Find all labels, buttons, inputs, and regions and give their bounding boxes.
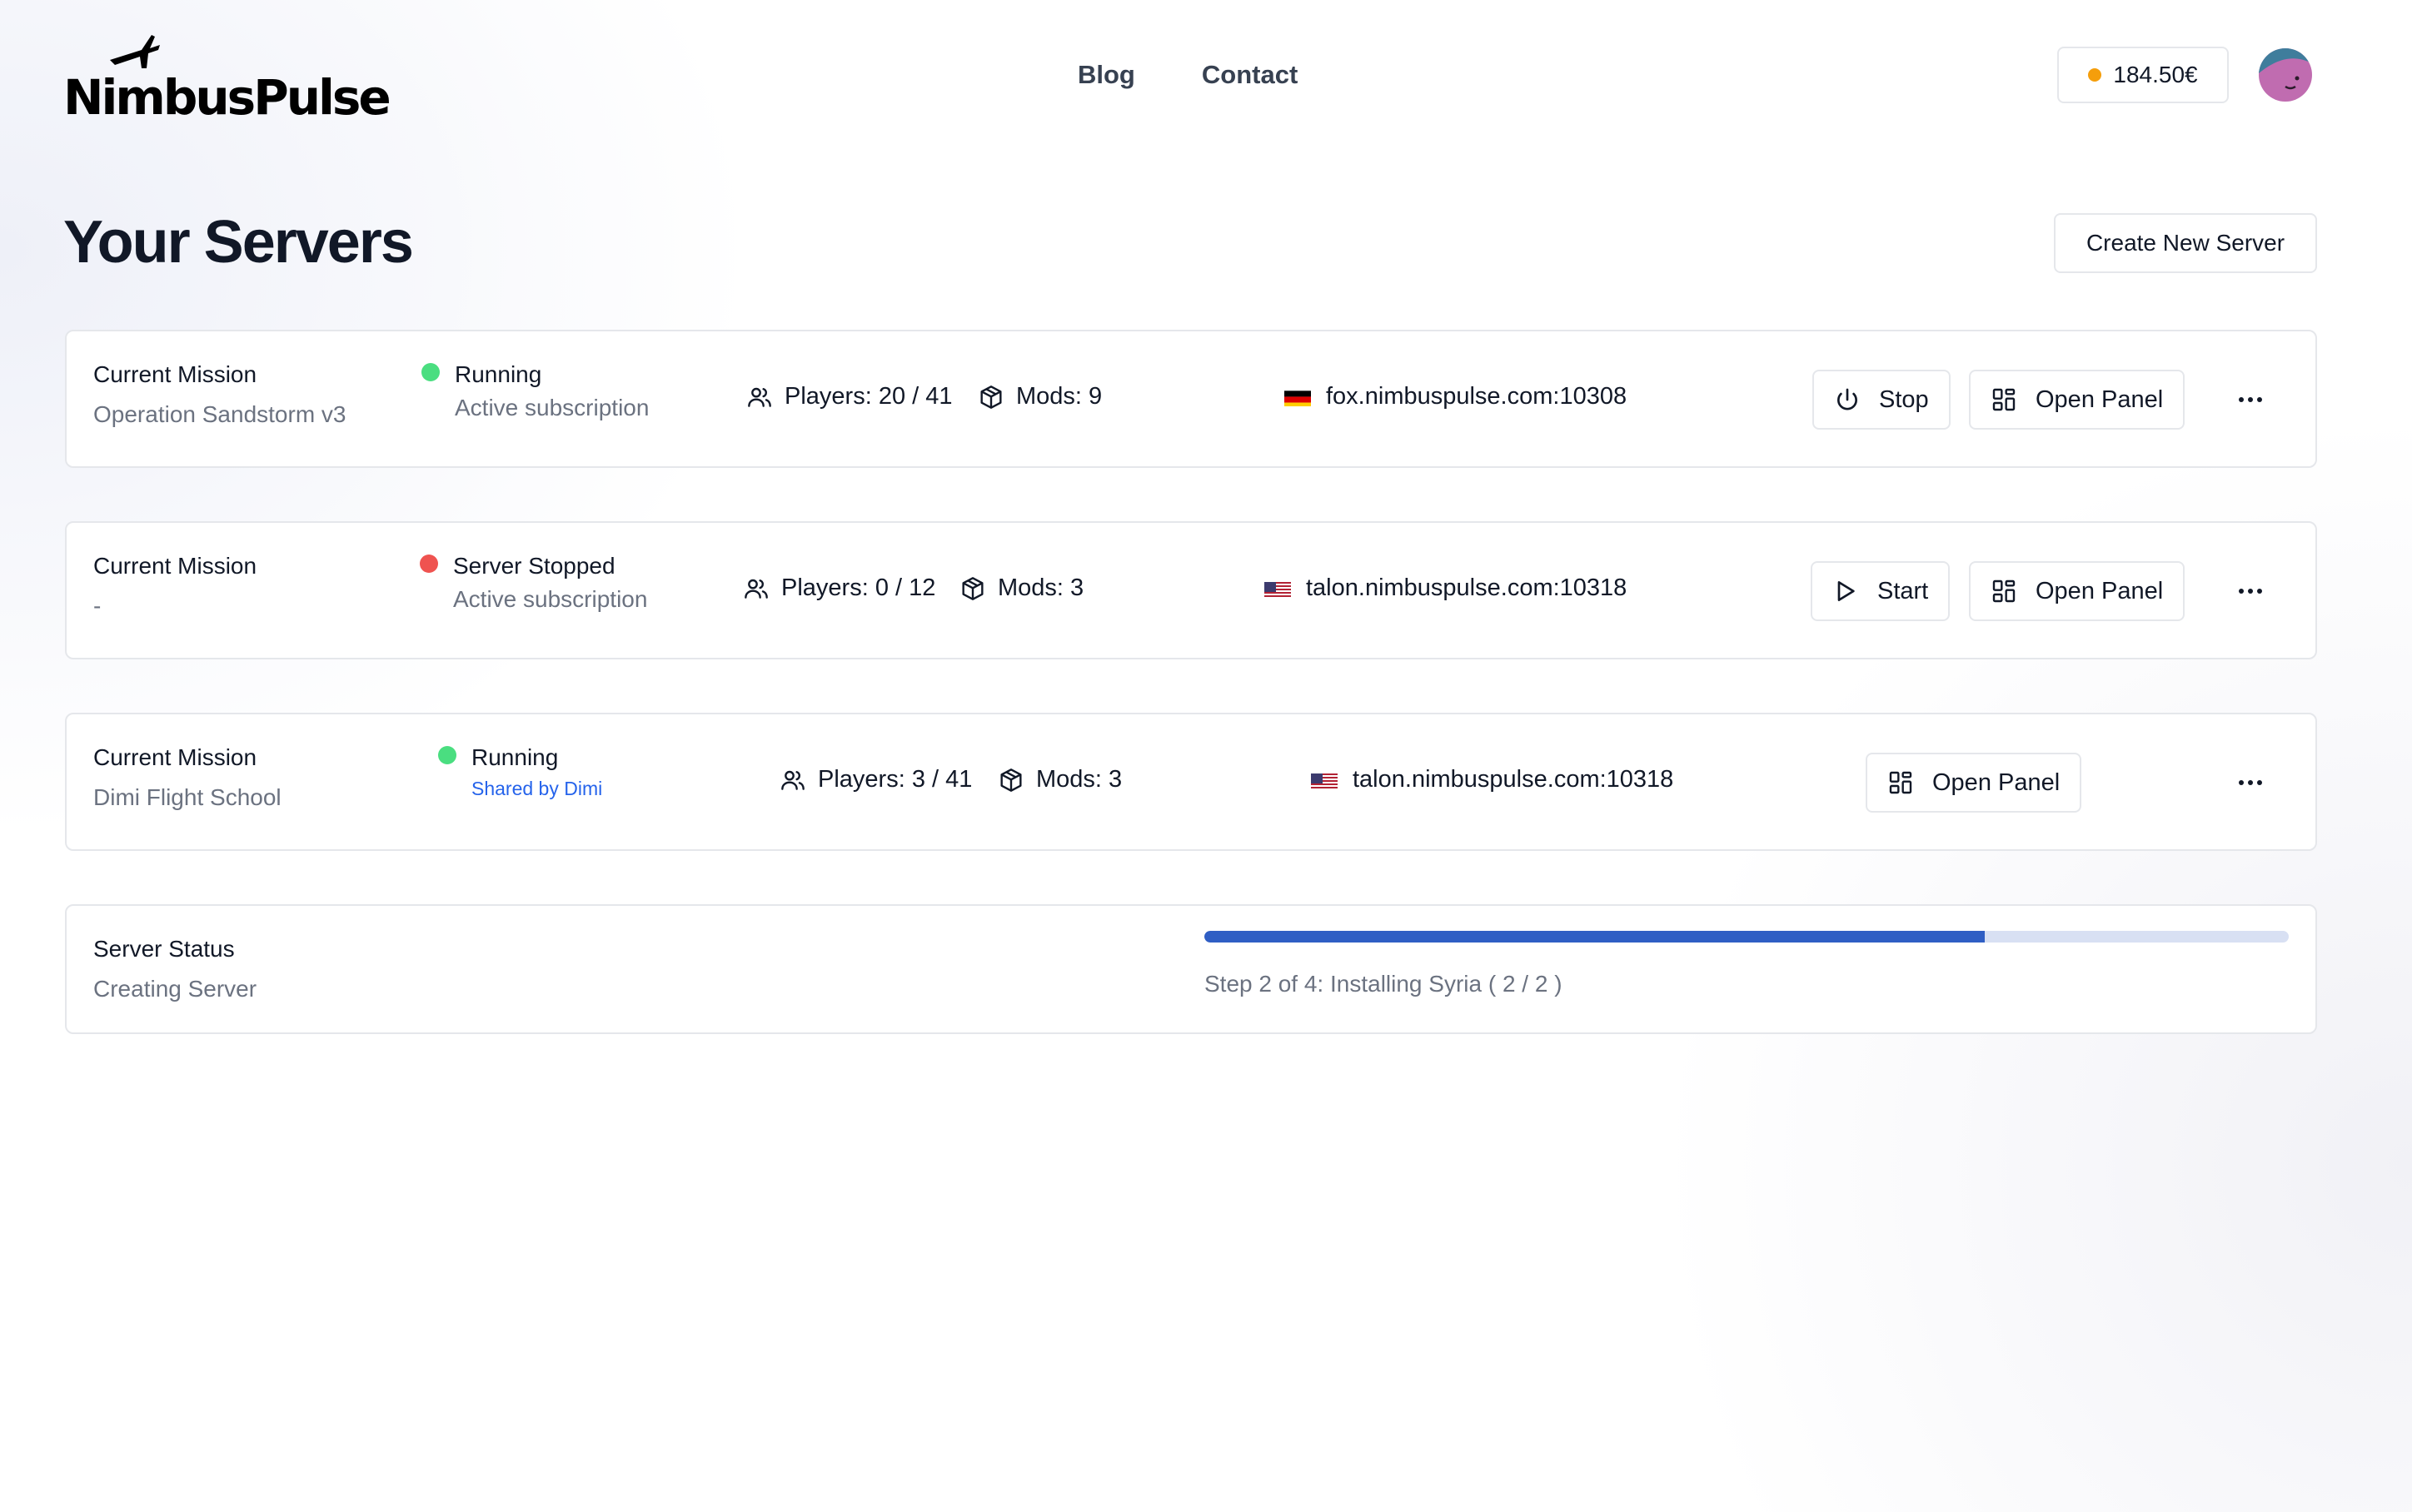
open-panel-label: Open Panel <box>2036 385 2164 413</box>
package-icon <box>980 385 1002 409</box>
server-address-text: talon.nimbuspulse.com:10318 <box>1353 766 1674 793</box>
mods-count: Mods: 9 <box>978 383 1102 410</box>
server-status: Running <box>471 744 559 770</box>
server-address-text: talon.nimbuspulse.com:10318 <box>1306 574 1627 601</box>
page-title: Your Servers <box>63 209 414 276</box>
players-text: Players: 0 / 12 <box>781 574 936 601</box>
players-count: Players: 20 / 41 <box>746 383 953 410</box>
mods-text: Mods: 3 <box>998 574 1084 601</box>
more-options-button[interactable] <box>2225 758 2275 808</box>
ellipsis-icon <box>2239 397 2262 402</box>
users-icon <box>781 770 805 790</box>
avatar-face-icon <box>2259 48 2312 90</box>
server-creation-card: Server Status Creating Server Step 2 of … <box>65 904 2317 1034</box>
logo-wordmark: NimbusPulse <box>63 69 391 126</box>
creation-progress-fill <box>1204 931 1986 943</box>
shared-by-link[interactable]: Shared by Dimi <box>471 778 602 800</box>
mission-label: Current Mission <box>93 553 257 579</box>
players-text: Players: 3 / 41 <box>818 766 973 793</box>
mission-value: - <box>93 593 102 619</box>
package-icon <box>962 576 984 600</box>
dashboard-icon <box>1992 579 2016 603</box>
status-dot <box>438 746 456 764</box>
balance-status-dot <box>2088 68 2102 82</box>
usa-flag-icon <box>1311 771 1338 789</box>
players-count: Players: 0 / 12 <box>743 574 935 602</box>
server-card: Current Mission - Server Stopped Active … <box>65 521 2317 659</box>
ellipsis-icon <box>2239 780 2262 785</box>
server-card: Current Mission Dimi Flight School Runni… <box>65 713 2317 851</box>
mission-value: Dimi Flight School <box>93 784 282 810</box>
server-status-label: Server Status <box>93 936 235 962</box>
ellipsis-icon <box>2239 589 2262 594</box>
balance-badge[interactable]: 184.50€ <box>2057 47 2229 103</box>
server-address[interactable]: talon.nimbuspulse.com:10318 <box>1311 766 1673 793</box>
users-icon <box>745 579 768 599</box>
open-panel-button[interactable]: Open Panel <box>1969 561 2185 621</box>
start-server-button[interactable]: Start <box>1811 561 1951 621</box>
start-button-label: Start <box>1877 577 1929 604</box>
open-panel-button[interactable]: Open Panel <box>1969 370 2185 430</box>
logo[interactable]: NimbusPulse <box>63 32 391 123</box>
jet-plane-icon <box>110 35 160 68</box>
mission-value: Operation Sandstorm v3 <box>93 401 346 427</box>
creation-step-text: Step 2 of 4: Installing Syria ( 2 / 2 ) <box>1204 971 1562 997</box>
dashboard-icon <box>1889 771 1912 794</box>
dashboard-icon <box>1992 388 2016 411</box>
stop-server-button[interactable]: Stop <box>1812 370 1951 430</box>
players-text: Players: 20 / 41 <box>785 383 953 410</box>
server-address[interactable]: fox.nimbuspulse.com:10308 <box>1284 383 1627 410</box>
server-card: Current Mission Operation Sandstorm v3 R… <box>65 330 2317 468</box>
more-options-button[interactable] <box>2225 566 2275 616</box>
mods-text: Mods: 3 <box>1036 766 1123 793</box>
germany-flag-icon <box>1284 388 1311 406</box>
subscription-status: Active subscription <box>453 586 648 612</box>
mission-label: Current Mission <box>93 744 257 770</box>
open-panel-button[interactable]: Open Panel <box>1866 753 2082 813</box>
nav-contact[interactable]: Contact <box>1202 60 1298 90</box>
package-icon <box>1000 768 1022 792</box>
mods-count: Mods: 3 <box>998 766 1122 793</box>
server-status-value: Creating Server <box>93 976 257 1002</box>
more-options-button[interactable] <box>2225 375 2275 425</box>
avatar[interactable] <box>2259 48 2312 102</box>
balance-amount: 184.50€ <box>2113 62 2198 87</box>
power-icon <box>1837 388 1857 410</box>
mods-text: Mods: 9 <box>1016 383 1103 410</box>
stop-button-label: Stop <box>1879 385 1929 413</box>
server-status: Server Stopped <box>453 553 615 579</box>
subscription-status: Active subscription <box>455 395 650 420</box>
usa-flag-icon <box>1264 579 1291 598</box>
mods-count: Mods: 3 <box>959 574 1084 602</box>
main-nav: Blog Contact <box>1078 60 1298 90</box>
server-address-text: fox.nimbuspulse.com:10308 <box>1326 383 1627 410</box>
nav-blog[interactable]: Blog <box>1078 60 1135 90</box>
status-dot <box>421 363 440 381</box>
server-status: Running <box>455 361 542 387</box>
open-panel-label: Open Panel <box>1932 768 2061 796</box>
mission-label: Current Mission <box>93 361 257 387</box>
server-address[interactable]: talon.nimbuspulse.com:10318 <box>1264 574 1627 602</box>
status-dot <box>420 555 438 573</box>
creation-progress-bar <box>1204 931 2289 943</box>
players-count: Players: 3 / 41 <box>780 766 972 793</box>
create-new-server-button[interactable]: Create New Server <box>2054 213 2317 273</box>
users-icon <box>748 387 771 407</box>
open-panel-label: Open Panel <box>2036 577 2164 604</box>
play-icon <box>1837 581 1855 601</box>
